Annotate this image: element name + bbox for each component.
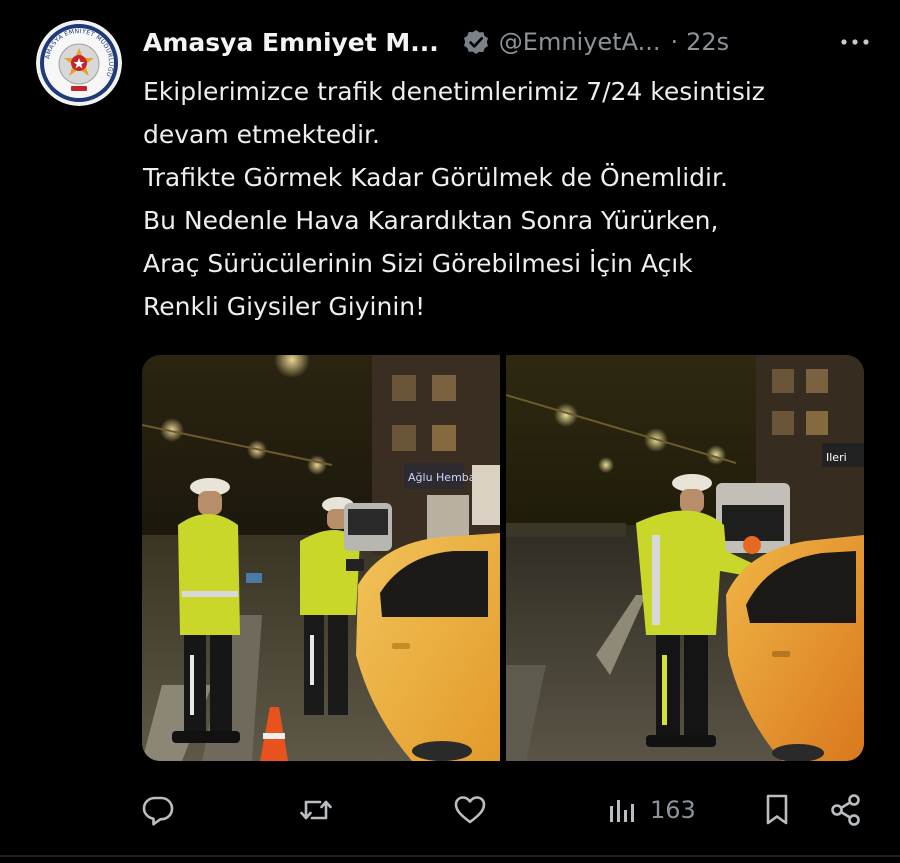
tweet-actions: 163 xyxy=(140,788,870,832)
reply-icon xyxy=(142,796,174,826)
retweet-icon xyxy=(300,800,332,820)
tweet-text-line: devam etmektedir. xyxy=(143,120,380,149)
tweet-text-line: Ekiplerimizce trafik denetimlerimiz 7/24… xyxy=(143,77,765,106)
reply-button[interactable] xyxy=(140,788,176,832)
author-handle[interactable]: @EmniyetA... xyxy=(499,28,661,56)
tweet-text-line: Trafikte Görmek Kadar Görülmek de Önemli… xyxy=(143,163,728,192)
bookmark-button[interactable] xyxy=(760,788,794,832)
share-button[interactable] xyxy=(828,788,864,832)
like-icon xyxy=(454,796,486,824)
shop-sign: Ağlu Hemba xyxy=(408,471,476,484)
separator-dot: · xyxy=(670,28,679,56)
views-count: 163 xyxy=(650,796,696,824)
verified-badge-icon xyxy=(463,30,488,54)
share-icon xyxy=(831,794,860,826)
author-name[interactable]: Amasya Emniyet M... xyxy=(143,28,439,57)
photo-traffic-check-1[interactable]: Ağlu Hemba xyxy=(142,355,500,761)
retweet-button[interactable] xyxy=(298,788,334,832)
police-badge-icon: AMASYA EMNİYET MÜDÜRLÜĞÜ xyxy=(36,20,122,106)
more-icon[interactable] xyxy=(838,32,872,52)
tweet-text-line: Bu Nedenle Hava Karardıktan Sonra Yürürk… xyxy=(143,206,719,235)
avatar[interactable]: AMASYA EMNİYET MÜDÜRLÜĞÜ xyxy=(36,20,122,106)
views-icon xyxy=(610,800,634,822)
like-button[interactable] xyxy=(452,788,488,832)
shop-sign: Ileri xyxy=(826,451,847,464)
tweet-text: Ekiplerimizce trafik denetimlerimiz 7/24… xyxy=(143,70,883,328)
tweet-header: Amasya Emniyet M... @EmniyetA... · 22s xyxy=(143,22,872,62)
bookmark-icon xyxy=(766,794,788,825)
divider xyxy=(0,855,900,857)
timestamp[interactable]: 22s xyxy=(686,28,729,56)
tweet-media: Ağlu Hemba Ileri xyxy=(142,355,864,761)
tweet-text-line: Araç Sürücülerinin Sizi Görebilmesi İçin… xyxy=(143,249,693,278)
views-button[interactable]: 163 xyxy=(606,788,696,832)
photo-traffic-check-2[interactable]: Ileri xyxy=(506,355,864,761)
tweet-text-line: Renkli Giysiler Giyinin! xyxy=(143,292,426,321)
